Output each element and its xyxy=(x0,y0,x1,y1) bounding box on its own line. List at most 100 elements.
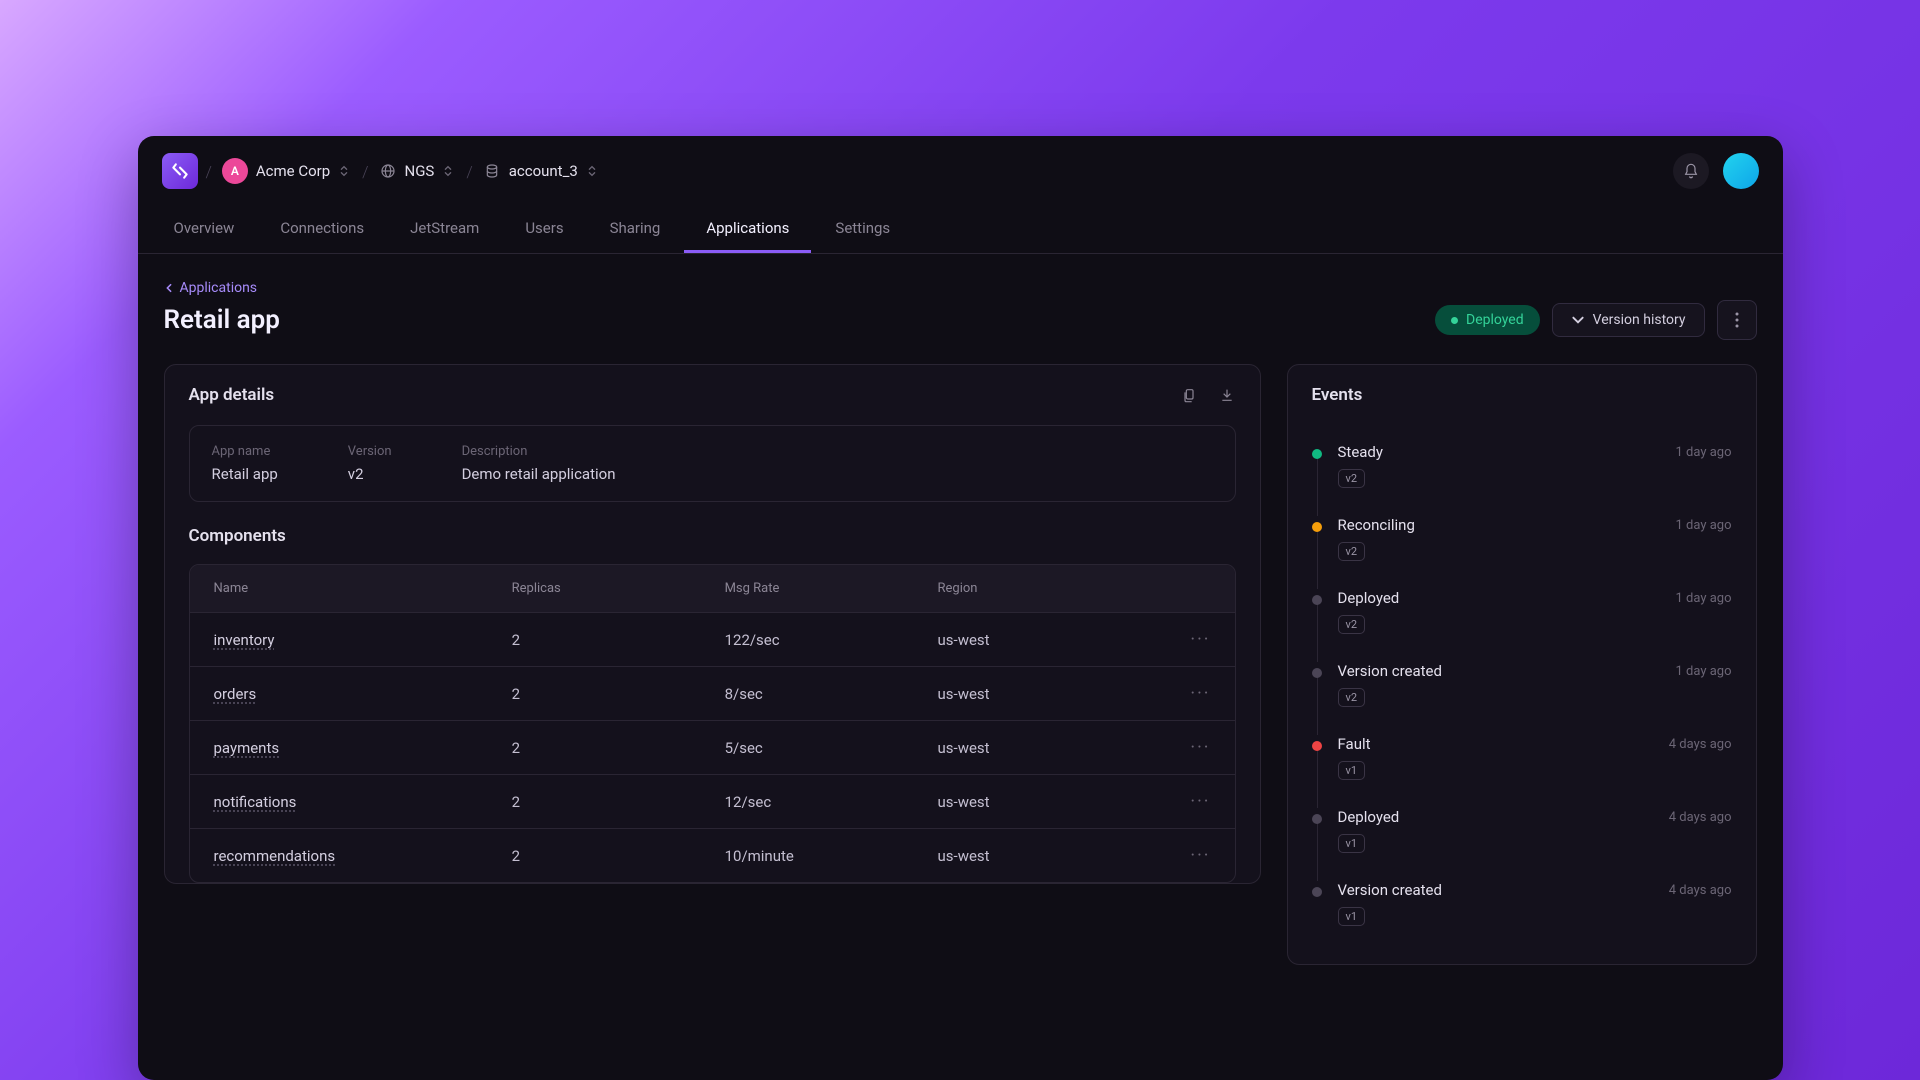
component-name-link[interactable]: inventory xyxy=(214,631,512,649)
row-more-button[interactable]: ··· xyxy=(1190,737,1210,758)
cell-msgrate: 8/sec xyxy=(725,685,938,703)
detail-label: App name xyxy=(212,444,278,459)
event-name: Fault xyxy=(1338,735,1371,753)
cell-actions: ··· xyxy=(1150,845,1210,866)
col-region: Region xyxy=(938,581,1151,596)
components-table: Name Replicas Msg Rate Region inventory2… xyxy=(189,564,1236,883)
event-body: Steady1 day agov2 xyxy=(1338,443,1732,488)
nav-tab-overview[interactable]: Overview xyxy=(152,206,257,253)
components-title: Components xyxy=(165,526,1260,564)
chevron-updown-icon xyxy=(442,164,456,178)
component-name-link[interactable]: payments xyxy=(214,739,512,757)
page-actions: Deployed Version history xyxy=(1435,300,1756,340)
version-badge: v2 xyxy=(1338,688,1366,707)
database-icon xyxy=(483,162,501,180)
event-item: Version created 1 day ago v2 xyxy=(1312,648,1732,721)
nav-tab-connections[interactable]: Connections xyxy=(258,206,386,253)
event-name: Version created xyxy=(1338,662,1442,680)
user-avatar[interactable] xyxy=(1723,153,1759,189)
cell-region: us-west xyxy=(938,739,1151,757)
nav-tab-users[interactable]: Users xyxy=(503,206,585,253)
row-more-button[interactable]: ··· xyxy=(1190,683,1210,704)
nav-tab-settings[interactable]: Settings xyxy=(813,206,912,253)
event-dot-icon xyxy=(1312,814,1322,824)
back-link[interactable]: Applications xyxy=(164,280,1757,296)
event-time: 1 day ago xyxy=(1676,445,1732,460)
breadcrumb-org[interactable]: A Acme Corp xyxy=(222,158,352,184)
table-row: orders28/secus-west··· xyxy=(190,666,1235,720)
event-time: 4 days ago xyxy=(1669,737,1732,752)
cell-region: us-west xyxy=(938,631,1151,649)
chevron-updown-icon xyxy=(338,164,352,178)
event-top: Fault 4 days ago xyxy=(1338,735,1732,753)
app-window: / A Acme Corp / NGS / xyxy=(138,136,1783,1080)
events-list: Steady 1 day ago v2 Reconciling1 day agov2 D… xyxy=(1288,425,1756,964)
cell-msgrate: 10/minute xyxy=(725,847,938,865)
event-dot-icon xyxy=(1312,522,1322,532)
nav-tab-applications[interactable]: Applications xyxy=(684,206,811,253)
cell-actions: ··· xyxy=(1150,737,1210,758)
event-item: Deployed4 days agov1 xyxy=(1312,794,1732,867)
component-name-link[interactable]: notifications xyxy=(214,793,512,811)
left-pane: App details App name xyxy=(164,364,1261,965)
row-more-button[interactable]: ··· xyxy=(1190,629,1210,650)
card-header: Events xyxy=(1288,365,1756,425)
page-title: Retail app xyxy=(164,305,280,335)
cell-actions: ··· xyxy=(1150,629,1210,650)
version-badge: v1 xyxy=(1338,907,1366,926)
account-label: account_3 xyxy=(509,162,578,180)
right-pane: Events Steady1 day agov2Reconciling1 day… xyxy=(1287,364,1757,965)
status-dot-icon xyxy=(1451,317,1458,324)
download-button[interactable] xyxy=(1218,386,1236,404)
event-dot-icon xyxy=(1312,887,1322,897)
nav-tabs: OverviewConnectionsJetStreamUsersSharing… xyxy=(138,206,1783,254)
event-body: Deployed4 days agov1 xyxy=(1338,808,1732,853)
notifications-button[interactable] xyxy=(1673,153,1709,189)
org-avatar: A xyxy=(222,158,248,184)
cell-replicas: 2 xyxy=(512,847,725,865)
version-history-button[interactable]: Version history xyxy=(1552,303,1705,337)
more-actions-button[interactable] xyxy=(1717,300,1757,340)
detail-app-name: App name Retail app xyxy=(212,444,278,483)
event-dot-icon xyxy=(1312,668,1322,678)
event-time: 1 day ago xyxy=(1676,664,1732,679)
cell-actions: ··· xyxy=(1150,791,1210,812)
cell-replicas: 2 xyxy=(512,631,725,649)
table-header-row: Name Replicas Msg Rate Region xyxy=(190,565,1235,612)
event-name: Steady xyxy=(1338,443,1383,461)
event-name: Deployed xyxy=(1338,589,1400,607)
version-history-label: Version history xyxy=(1593,312,1686,328)
status-badge: Deployed xyxy=(1435,305,1540,335)
row-more-button[interactable]: ··· xyxy=(1190,791,1210,812)
detail-value: v2 xyxy=(348,465,392,483)
nav-tab-jetstream[interactable]: JetStream xyxy=(388,206,501,253)
card-action-icons xyxy=(1180,386,1236,404)
event-time: 4 days ago xyxy=(1669,810,1732,825)
event-dot-icon xyxy=(1312,741,1322,751)
col-msgrate: Msg Rate xyxy=(725,581,938,596)
breadcrumb-env[interactable]: NGS xyxy=(379,162,457,180)
event-body: Fault4 days agov1 xyxy=(1338,735,1732,780)
event-name: Version created xyxy=(1338,881,1442,899)
copy-button[interactable] xyxy=(1180,386,1198,404)
component-name-link[interactable]: recommendations xyxy=(214,847,512,865)
detail-label: Description xyxy=(462,444,616,459)
row-more-button[interactable]: ··· xyxy=(1190,845,1210,866)
page-header: Retail app Deployed Version history xyxy=(164,300,1757,340)
event-body: Reconciling1 day agov2 xyxy=(1338,516,1732,561)
event-name: Reconciling xyxy=(1338,516,1415,534)
chevron-left-icon xyxy=(164,283,174,293)
breadcrumb-account[interactable]: account_3 xyxy=(483,162,600,180)
nav-tab-sharing[interactable]: Sharing xyxy=(588,206,683,253)
org-label: Acme Corp xyxy=(256,162,330,180)
brand-logo[interactable] xyxy=(162,153,198,189)
col-name: Name xyxy=(214,581,512,596)
detail-description: Description Demo retail application xyxy=(462,444,616,483)
event-body: Deployed1 day agov2 xyxy=(1338,589,1732,634)
card-header: App details xyxy=(165,365,1260,425)
event-body: Version created 1 day ago v2 xyxy=(1338,662,1732,707)
event-top: Reconciling1 day ago xyxy=(1338,516,1732,534)
details-box: App name Retail app Version v2 Descripti… xyxy=(189,425,1236,502)
component-name-link[interactable]: orders xyxy=(214,685,512,703)
globe-icon xyxy=(379,162,397,180)
